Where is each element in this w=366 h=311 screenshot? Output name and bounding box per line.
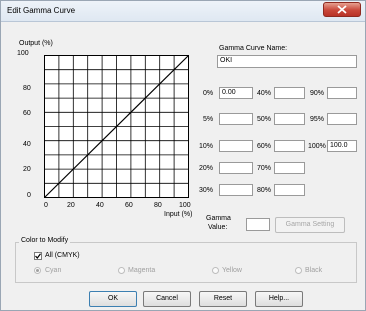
point-label-80: 80% (257, 187, 272, 194)
point-label-95: 95% (310, 116, 325, 123)
x-tick-label: 0 (44, 202, 48, 209)
yellow-radio[interactable] (212, 267, 219, 274)
point-label-20: 20% (199, 165, 214, 172)
color-to-modify-group (15, 242, 357, 283)
cyan-radio[interactable] (34, 267, 41, 274)
point-label-30: 30% (199, 187, 214, 194)
x-tick-label: 20 (67, 202, 75, 209)
cyan-label: Cyan (45, 267, 62, 274)
curve-name-label: Gamma Curve Name: (219, 45, 288, 52)
point-input-10[interactable] (219, 140, 253, 152)
point-label-70: 70% (257, 165, 272, 172)
close-button[interactable] (323, 2, 361, 17)
point-label-60: 60% (257, 143, 272, 150)
gamma-curve-graph[interactable] (44, 55, 190, 199)
reset-button[interactable]: Reset (199, 291, 247, 307)
edit-gamma-curve-dialog: Edit Gamma Curve Output (%) 100 80 60 40… (0, 0, 366, 311)
y-tick-label: 20 (23, 166, 31, 173)
point-input-20[interactable] (219, 162, 253, 174)
color-to-modify-title: Color to Modify (19, 237, 71, 244)
all-cmyk-label: All (CMYK) (45, 252, 80, 259)
y-tick-label: 40 (23, 141, 31, 148)
ok-button[interactable]: OK (89, 291, 137, 307)
point-label-5: 5% (203, 116, 214, 123)
black-radio[interactable] (295, 267, 302, 274)
help-button[interactable]: Help... (255, 291, 303, 307)
graph-x-axis-label: Input (%) (164, 211, 193, 218)
window-title: Edit Gamma Curve (7, 6, 76, 15)
point-label-90: 90% (310, 90, 325, 97)
point-input-95[interactable] (327, 113, 357, 125)
point-label-100: 100% (308, 143, 326, 150)
curve-name-input[interactable]: OKI (217, 55, 357, 68)
cancel-button[interactable]: Cancel (143, 291, 191, 307)
x-tick-label: 40 (96, 202, 104, 209)
y-tick-label: 80 (23, 85, 31, 92)
gamma-value-label-line2: Value: (208, 224, 228, 231)
x-tick-label: 80 (154, 202, 162, 209)
point-label-40: 40% (257, 90, 272, 97)
point-input-100[interactable]: 100.0 (327, 140, 357, 152)
gamma-value-input[interactable] (246, 218, 270, 231)
point-input-90[interactable] (327, 87, 357, 99)
point-input-0[interactable]: 0.00 (219, 87, 253, 99)
point-input-80[interactable] (274, 184, 305, 196)
gamma-value-label-line1: Gamma (206, 215, 231, 222)
point-label-0: 0% (203, 90, 214, 97)
point-label-10: 10% (199, 143, 214, 150)
graph-y-axis-label: Output (%) (19, 40, 53, 47)
y-tick-label: 100 (17, 50, 29, 57)
yellow-label: Yellow (222, 267, 242, 274)
all-cmyk-checkbox[interactable] (34, 252, 42, 260)
checkmark-icon (35, 253, 41, 259)
title-bar: Edit Gamma Curve (1, 1, 365, 22)
close-icon (337, 5, 347, 14)
y-tick-label: 0 (27, 192, 31, 199)
y-tick-label: 60 (23, 110, 31, 117)
point-input-70[interactable] (274, 162, 305, 174)
x-tick-label: 60 (125, 202, 133, 209)
magenta-label: Magenta (128, 267, 156, 274)
point-input-5[interactable] (219, 113, 253, 125)
point-input-40[interactable] (274, 87, 305, 99)
point-input-50[interactable] (274, 113, 305, 125)
black-label: Black (305, 267, 323, 274)
point-input-60[interactable] (274, 140, 305, 152)
gamma-setting-button[interactable]: Gamma Setting (275, 217, 345, 233)
point-label-50: 50% (257, 116, 272, 123)
point-input-30[interactable] (219, 184, 253, 196)
x-tick-label: 100 (179, 202, 191, 209)
magenta-radio[interactable] (118, 267, 125, 274)
